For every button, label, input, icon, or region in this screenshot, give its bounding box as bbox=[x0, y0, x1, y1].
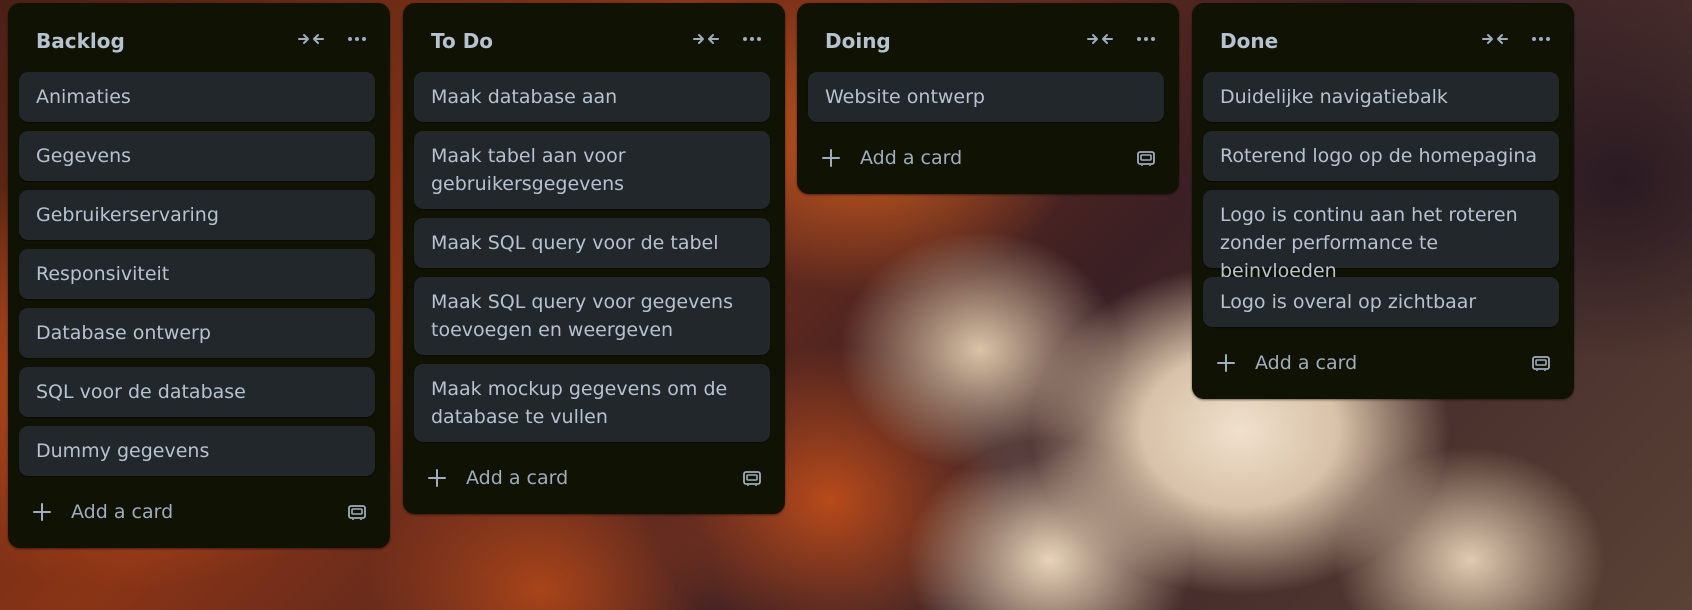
list-to-do: To Do Maak database aan Maak tabel aan voo… bbox=[403, 3, 785, 514]
plus-icon bbox=[1215, 352, 1237, 374]
collapse-arrows-icon[interactable] bbox=[1478, 23, 1512, 55]
collapse-arrows-icon[interactable] bbox=[689, 23, 723, 55]
card[interactable]: Maak tabel aan voor gebruikersgegevens bbox=[414, 131, 770, 209]
card-title-line: toevoegen en weergeven bbox=[431, 319, 674, 341]
card-title-line: Gegevens bbox=[36, 145, 132, 167]
card-title-line: Maak SQL query voor gegevens bbox=[431, 291, 733, 313]
card-title-line: Roterend logo op de homepagina bbox=[1220, 145, 1538, 167]
card[interactable]: Maak database aan bbox=[414, 72, 770, 122]
more-dots-icon[interactable] bbox=[340, 23, 374, 55]
plus-icon bbox=[426, 467, 448, 489]
card-title-line: Responsiviteit bbox=[36, 263, 170, 285]
card-title-line: gebruikersgegevens bbox=[431, 173, 625, 195]
more-dots-icon[interactable] bbox=[1129, 23, 1163, 55]
card[interactable]: Logo is overal op zichtbaar bbox=[1203, 277, 1559, 327]
add-card-label: Add a card bbox=[1255, 352, 1358, 374]
add-card-label: Add a card bbox=[71, 501, 174, 523]
collapse-arrows-icon[interactable] bbox=[1083, 23, 1117, 55]
add-card-button[interactable]: Add a card bbox=[19, 488, 319, 536]
add-card-label: Add a card bbox=[466, 467, 569, 489]
card-title-line: Maak database aan bbox=[431, 86, 618, 108]
card[interactable]: Roterend logo op de homepagina bbox=[1203, 131, 1559, 181]
card[interactable]: Maak SQL query voor gegevens toevoegen en… bbox=[414, 277, 770, 355]
card-title-line: Dummy gegevens bbox=[36, 440, 210, 462]
card-title-line: Maak SQL query voor de tabel bbox=[431, 232, 719, 254]
more-dots-icon[interactable] bbox=[735, 23, 769, 55]
add-card-label: Add a card bbox=[860, 147, 963, 169]
card[interactable]: Website ontwerp bbox=[808, 72, 1164, 122]
card[interactable]: SQL voor de database bbox=[19, 367, 375, 417]
card-title-line: Logo is overal op zichtbaar bbox=[1220, 291, 1477, 313]
card[interactable]: Database ontwerp bbox=[19, 308, 375, 358]
card[interactable]: Animaties bbox=[19, 72, 375, 122]
add-card-button[interactable]: Add a card bbox=[808, 134, 1108, 182]
card-title-line: Website ontwerp bbox=[825, 86, 985, 108]
card[interactable]: Responsiviteit bbox=[19, 249, 375, 299]
card-title-line: Database ontwerp bbox=[36, 322, 211, 344]
card[interactable]: Duidelijke navigatiebalk bbox=[1203, 72, 1559, 122]
list-header[interactable]: To Do bbox=[403, 3, 785, 75]
add-card-button[interactable]: Add a card bbox=[1203, 339, 1503, 387]
list-title[interactable]: Backlog bbox=[36, 29, 125, 53]
card-title-line: Animaties bbox=[36, 86, 131, 108]
card-template-icon[interactable] bbox=[340, 495, 374, 529]
card-title-line: Duidelijke navigatiebalk bbox=[1220, 86, 1448, 108]
list-backlog: Backlog Animaties Gegevens Gebruikerservari… bbox=[8, 3, 390, 548]
list-title[interactable]: To Do bbox=[431, 29, 493, 53]
card[interactable]: Gebruikerservaring bbox=[19, 190, 375, 240]
card[interactable]: Dummy gegevens bbox=[19, 426, 375, 476]
collapse-arrows-icon[interactable] bbox=[294, 23, 328, 55]
list-header[interactable]: Backlog bbox=[8, 3, 390, 75]
plus-icon bbox=[31, 501, 53, 523]
card[interactable]: Logo is continu aan het roteren zonder pe… bbox=[1203, 190, 1559, 282]
card-title-line: Logo is continu aan het roteren bbox=[1220, 204, 1518, 226]
card[interactable]: Maak mockup gegevens om de database te vu… bbox=[414, 364, 770, 442]
list-doing: Doing Website ontwerp Add a card bbox=[797, 3, 1179, 194]
card-template-icon[interactable] bbox=[1129, 141, 1163, 175]
add-card-button[interactable]: Add a card bbox=[414, 454, 714, 502]
card-title-line: Maak tabel aan voor bbox=[431, 145, 626, 167]
plus-icon bbox=[820, 147, 842, 169]
card[interactable]: Maak SQL query voor de tabel bbox=[414, 218, 770, 268]
more-dots-icon[interactable] bbox=[1524, 23, 1558, 55]
card-title-line: database te vullen bbox=[431, 406, 608, 428]
list-done: Done Duidelijke navigatiebalk Roterend log… bbox=[1192, 3, 1574, 399]
list-header[interactable]: Done bbox=[1192, 3, 1574, 75]
card[interactable]: Gegevens bbox=[19, 131, 375, 181]
card-title-line: SQL voor de database bbox=[36, 381, 246, 403]
list-header[interactable]: Doing bbox=[797, 3, 1179, 75]
card-title-line: Gebruikerservaring bbox=[36, 204, 219, 226]
list-title[interactable]: Done bbox=[1220, 29, 1278, 53]
list-title[interactable]: Doing bbox=[825, 29, 891, 53]
board: Backlog Animaties Gegevens Gebruikerservari… bbox=[0, 0, 1692, 610]
card-title-line: Maak mockup gegevens om de bbox=[431, 378, 728, 400]
card-template-icon[interactable] bbox=[1524, 346, 1558, 380]
card-template-icon[interactable] bbox=[735, 461, 769, 495]
